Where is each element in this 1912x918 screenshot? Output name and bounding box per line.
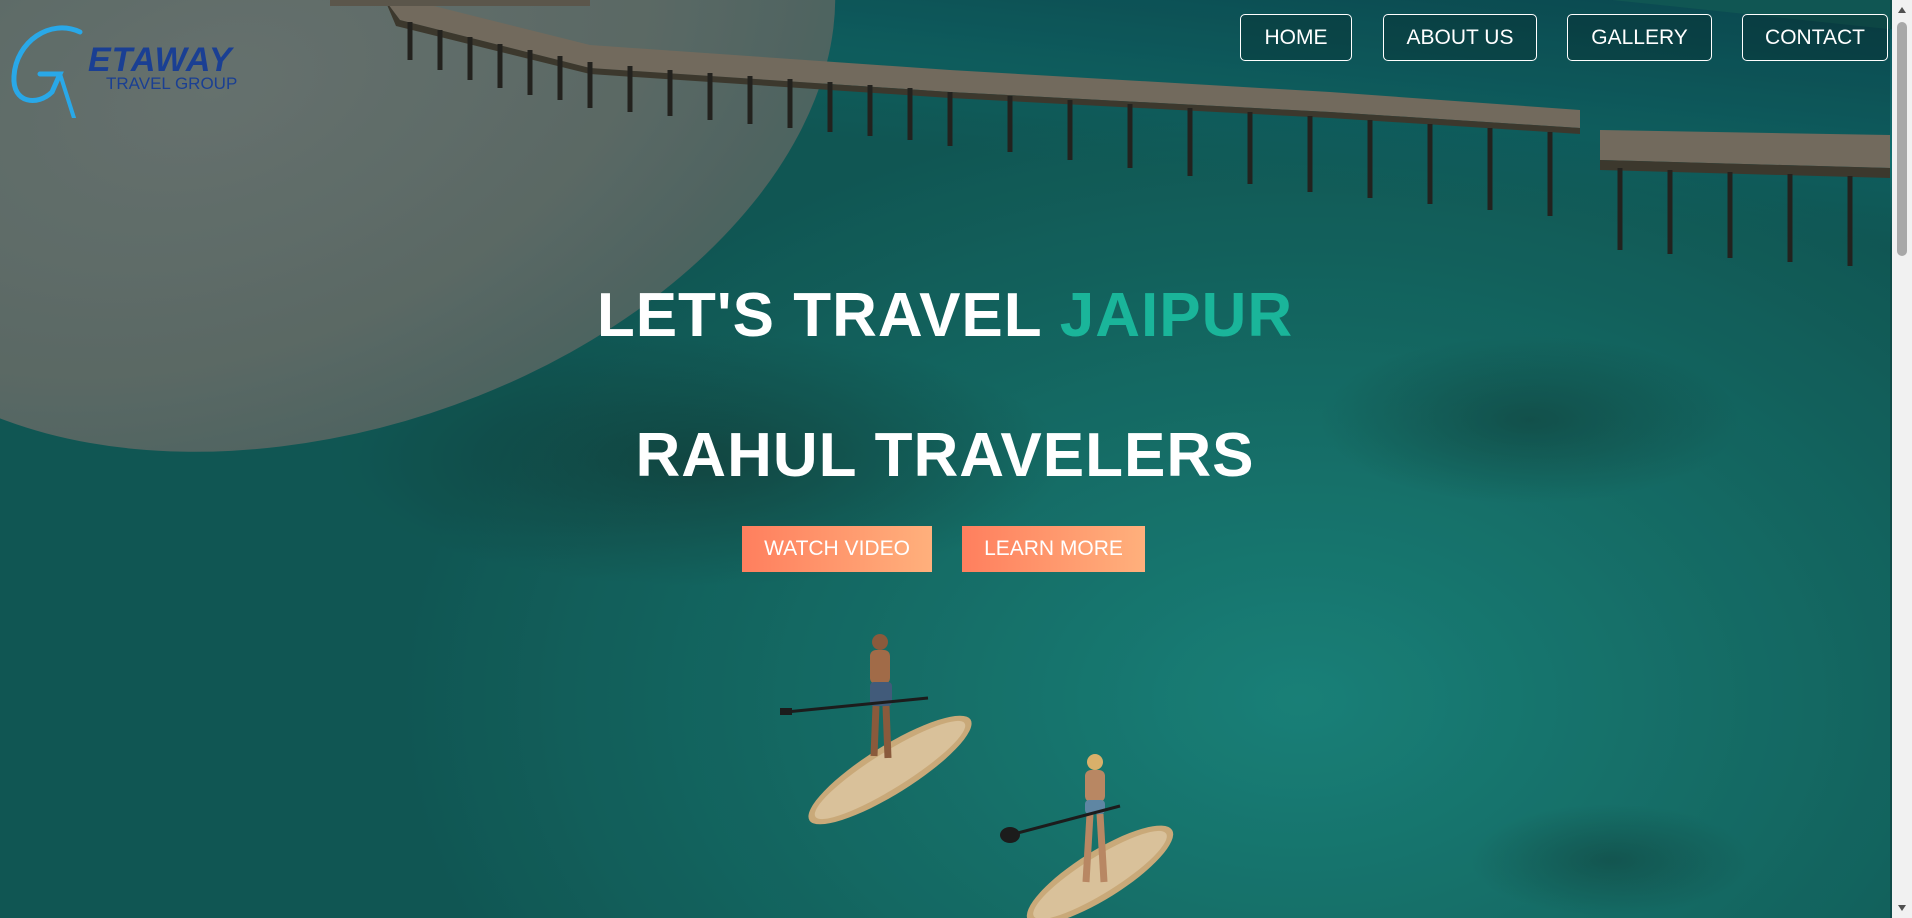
scrollbar-thumb[interactable] (1897, 22, 1907, 256)
nav-gallery-button[interactable]: GALLERY (1567, 14, 1712, 61)
hero-title-prefix: LET'S TRAVEL (596, 281, 1060, 350)
chevron-up-icon[interactable] (1892, 0, 1912, 20)
hero-subtitle: RAHUL TRAVELERS (635, 421, 1255, 490)
main-nav: HOME ABOUT US GALLERY CONTACT (0, 14, 1890, 64)
chevron-down-icon[interactable] (1892, 898, 1912, 918)
nav-about-us-button[interactable]: ABOUT US (1383, 14, 1537, 61)
watch-video-button[interactable]: WATCH VIDEO (742, 526, 932, 572)
nav-contact-button[interactable]: CONTACT (1742, 14, 1888, 61)
hero-title-accent: JAIPUR (1059, 281, 1294, 350)
logo-tagline: TRAVEL GROUP (106, 74, 238, 93)
page-scrollbar[interactable] (1892, 0, 1912, 918)
nav-home-button[interactable]: HOME (1240, 14, 1352, 61)
landing-page: ETAWAY TRAVEL GROUP HOME ABOUT US GALLER… (0, 0, 1912, 918)
learn-more-button[interactable]: LEARN MORE (962, 526, 1145, 572)
paddleboarders-image (780, 634, 1174, 918)
hero-title: LET'S TRAVEL JAIPUR (0, 280, 1890, 351)
